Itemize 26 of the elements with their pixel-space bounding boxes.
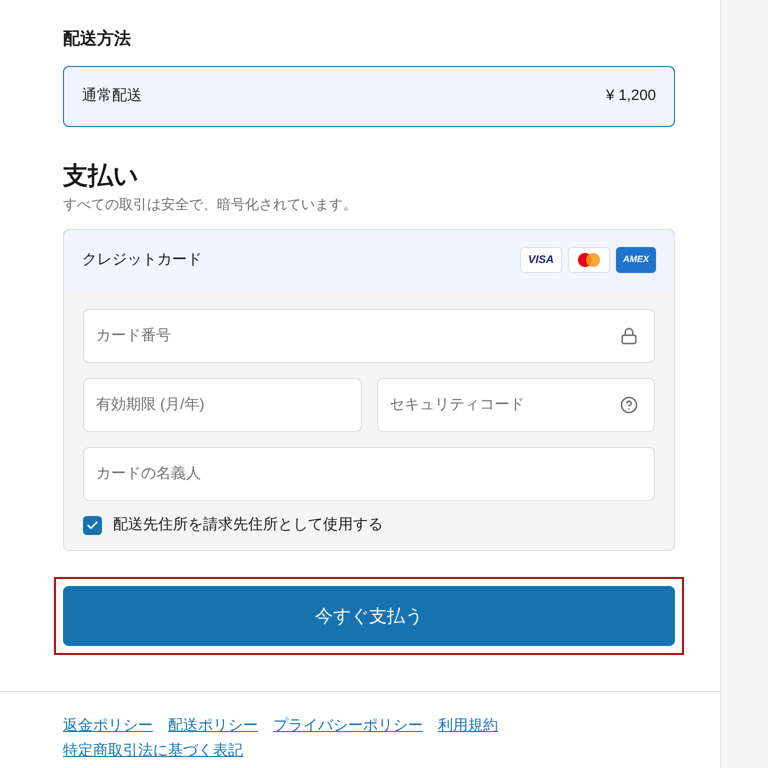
check-icon [86, 518, 99, 532]
footer-link[interactable]: 配送ポリシー [168, 715, 258, 738]
section-heading: 支払い [63, 160, 140, 192]
expiry-field[interactable]: 有効期限 (月/年) [83, 378, 362, 432]
card-number-field[interactable]: カード番号 [83, 308, 655, 363]
section-subtitle: すべての取引は安全で、暗号化されています。 [63, 194, 358, 214]
visa-logo: VISA [520, 246, 562, 273]
footer-link[interactable]: 返金ポリシー [63, 715, 153, 738]
security-code-field[interactable]: セキュリティコード [376, 378, 655, 432]
footer-link[interactable]: 特定商取引法に基づく表記 [63, 740, 243, 762]
lock-icon [620, 326, 638, 345]
section-heading: 配送方法 [63, 28, 132, 50]
method-label: クレジットカード [82, 250, 202, 270]
option-label: 通常配送 [82, 86, 142, 106]
option-price: ¥ 1,200 [606, 86, 656, 106]
shipping-option[interactable]: 通常配送 ¥ 1,200 [63, 66, 675, 126]
help-icon[interactable] [620, 396, 638, 414]
footer-link[interactable]: 利用規約 [438, 715, 498, 738]
checkbox[interactable] [83, 516, 102, 534]
checkbox-label: 配送先住所を請求先住所として使用する [113, 514, 383, 535]
cardholder-name-field[interactable]: カードの名義人 [83, 446, 655, 501]
payment-method[interactable]: クレジットカード VISA AMEX [64, 230, 674, 291]
footer-link[interactable]: プライバシーポリシー [273, 715, 423, 738]
pay-button[interactable]: 今すぐ支払う [63, 586, 675, 646]
amex-logo: AMEX [616, 246, 656, 273]
mastercard-logo [568, 246, 610, 273]
